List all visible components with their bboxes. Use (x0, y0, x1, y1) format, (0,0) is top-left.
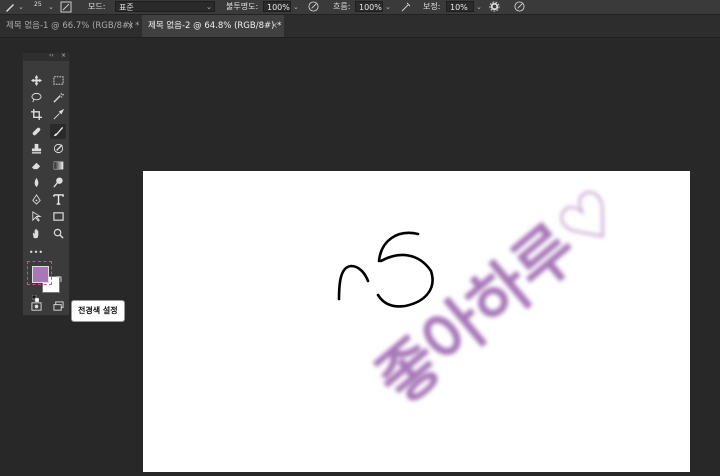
opacity-input[interactable]: 100% (263, 1, 291, 12)
chevron-down-icon: ⌄ (206, 3, 212, 11)
tooltip-set-foreground-color: 전경색 설정 (71, 300, 125, 322)
gear-icon[interactable] (489, 1, 500, 13)
chevron-down-icon[interactable]: ⌄ (18, 1, 24, 13)
more-tools-icon[interactable]: ••• (28, 245, 44, 260)
magic-wand-icon[interactable] (50, 90, 66, 105)
options-bar: ⌄ 25 ⌄ 모드: 표준 ⌄ 불투명도: 100% ⌄ 흐름: 100% ⌄ … (0, 0, 720, 15)
lasso-tool-icon[interactable] (28, 90, 44, 105)
eyedropper-icon[interactable] (50, 107, 66, 122)
blur-tool-icon[interactable] (28, 175, 44, 190)
brush-size-label[interactable]: 25 (34, 0, 42, 11)
opacity-label: 불투명도: (226, 2, 259, 11)
rectangle-tool-icon[interactable] (50, 209, 66, 224)
mode-value: 표준 (119, 3, 134, 12)
chevron-down-icon[interactable]: ⌄ (476, 1, 482, 13)
mode-label: 모드: (88, 2, 106, 11)
flow-label: 흐름: (333, 2, 351, 11)
document-canvas[interactable]: 좋아하루♡ (143, 171, 690, 472)
pressure-size-icon[interactable] (514, 1, 525, 13)
smoothing-label: 보정: (423, 2, 441, 11)
swap-colors-icon[interactable] (56, 267, 62, 282)
tab-label: 제목 없음-1 @ 66.7% (RGB/8#) * (6, 21, 140, 31)
painted-text: 좋아하루♡ (364, 174, 636, 419)
tab-document-1[interactable]: 제목 없음-1 @ 66.7% (RGB/8#) * × (0, 15, 140, 37)
type-tool-icon[interactable] (50, 192, 66, 207)
chevron-down-icon[interactable]: ⌄ (385, 1, 391, 13)
move-tool-icon[interactable] (28, 73, 44, 88)
brush-tool-icon[interactable] (50, 124, 66, 139)
close-icon[interactable]: × (61, 52, 66, 59)
healing-brush-icon[interactable] (28, 124, 44, 139)
opacity-value: 100% (267, 3, 290, 12)
tab-label: 제목 없음-2 @ 64.8% (RGB/8#) * (148, 21, 282, 31)
pen-tool-icon[interactable] (28, 192, 44, 207)
purple-handwriting: 좋아하루♡ (364, 174, 636, 419)
flow-input[interactable]: 100% (355, 1, 383, 12)
tools-panel-header[interactable]: ‹‹ × (23, 52, 69, 61)
close-icon[interactable]: × (127, 15, 134, 37)
airbrush-icon[interactable] (400, 1, 412, 13)
brush-tool-preset-icon[interactable] (4, 1, 16, 13)
quick-mask-icon[interactable] (28, 299, 44, 314)
smoothing-value: 10% (450, 3, 468, 12)
tab-document-2[interactable]: 제목 없음-2 @ 64.8% (RGB/8#) * × (142, 15, 284, 37)
flow-value: 100% (359, 3, 382, 12)
path-selection-icon[interactable] (28, 209, 44, 224)
history-brush-icon[interactable] (50, 141, 66, 156)
pressure-opacity-icon[interactable] (308, 1, 319, 13)
brush-settings-icon[interactable] (60, 1, 72, 13)
hand-tool-icon[interactable] (28, 226, 44, 241)
default-colors-icon[interactable] (31, 287, 40, 303)
chevron-down-icon[interactable]: ⌄ (48, 1, 54, 13)
crop-tool-icon[interactable] (28, 107, 44, 122)
foreground-selection-highlight (27, 261, 52, 285)
chevron-down-icon[interactable]: ⌄ (293, 1, 299, 13)
eraser-icon[interactable] (28, 158, 44, 173)
black-brush-strokes (337, 231, 434, 308)
clone-stamp-icon[interactable] (28, 141, 44, 156)
marquee-tool-icon[interactable] (50, 73, 66, 88)
mode-select[interactable]: 표준 (115, 1, 215, 12)
smoothing-input[interactable]: 10% (446, 1, 474, 12)
screen-mode-icon[interactable] (50, 299, 66, 314)
tools-panel: ‹‹ × ••• (22, 52, 70, 316)
close-icon[interactable]: × (271, 15, 278, 37)
canvas-artwork: 좋아하루♡ (337, 174, 636, 419)
zoom-tool-icon[interactable] (50, 226, 66, 241)
dodge-tool-icon[interactable] (50, 175, 66, 190)
document-tabs: 제목 없음-1 @ 66.7% (RGB/8#) * × 제목 없음-2 @ 6… (0, 15, 720, 38)
collapse-icon[interactable]: ‹‹ (49, 52, 54, 59)
gradient-tool-icon[interactable] (50, 158, 66, 173)
